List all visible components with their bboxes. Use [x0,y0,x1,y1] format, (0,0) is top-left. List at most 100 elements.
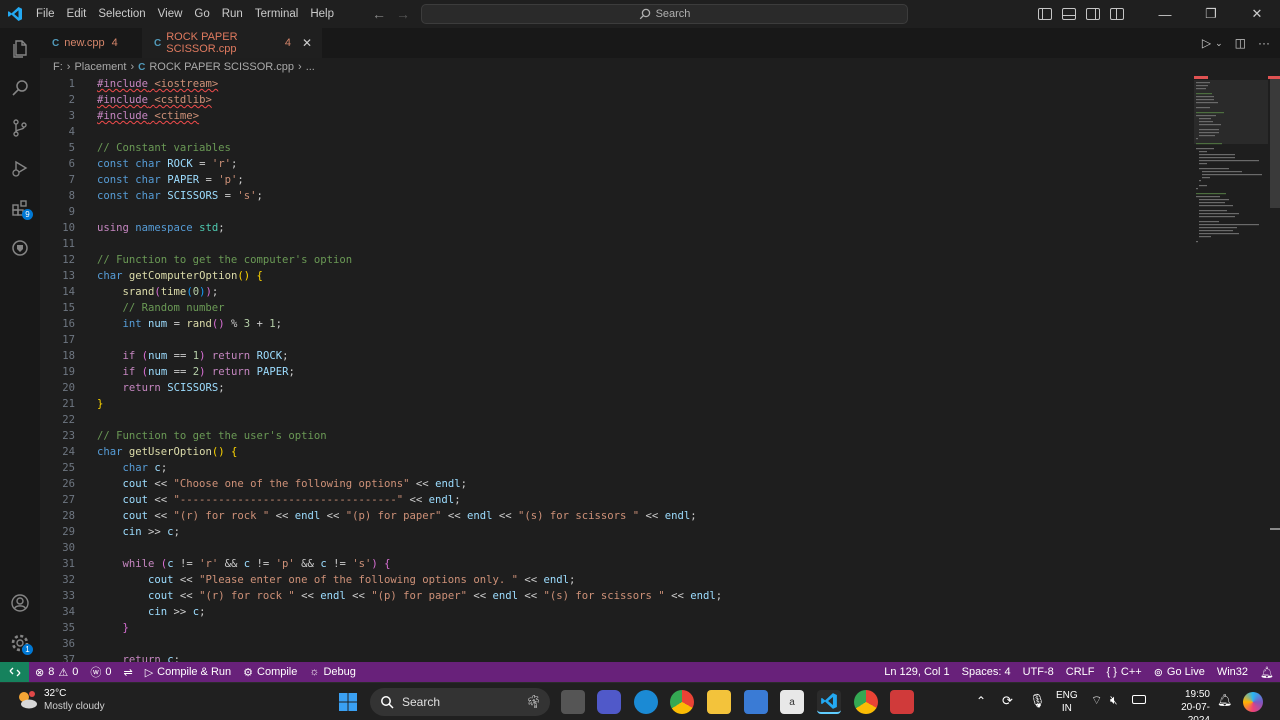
toggle-sidebar-icon[interactable] [1038,8,1052,20]
remote-explorer-icon[interactable] [0,228,40,268]
code-line: 27 cout << "----------------------------… [40,492,1190,508]
vscode-taskbar-icon[interactable] [817,690,841,714]
compile-run-button[interactable]: ▷ Compile & Run [139,662,237,682]
info-indicator[interactable]: ⓦ 0 [84,662,117,682]
cursor-position[interactable]: Ln 129, Col 1 [878,662,955,682]
minimize-button[interactable]: — [1142,0,1188,28]
activity-bar: 9 1 [0,28,40,662]
breadcrumb-folder[interactable]: Placement [74,61,126,73]
weather-widget[interactable]: 32°C Mostly cloudy [16,687,105,713]
file-explorer-icon[interactable] [707,690,731,714]
code-token: return [122,654,161,662]
minimap[interactable] [1190,76,1270,662]
store-app-icon[interactable]: a [780,690,804,714]
edge-browser-icon[interactable] [634,690,658,714]
menu-terminal[interactable]: Terminal [249,0,304,28]
encoding[interactable]: UTF-8 [1017,662,1060,682]
mail-icon[interactable] [744,690,768,714]
code-editor[interactable]: 1 #include <iostream> 2 #include <cstdlib>… [40,76,1190,662]
maximize-button[interactable]: ❐ [1188,0,1234,28]
command-center-search[interactable]: Search [421,4,908,24]
scrollbar-thumb[interactable] [1270,76,1280,208]
microphone-icon[interactable]: 🎙︎ [1029,693,1046,709]
code-line: 18 if (num == 1) return ROCK; [40,348,1190,364]
sync-tray-icon[interactable]: ⟳ [1002,693,1013,709]
info-icon: ⓦ [90,667,102,679]
run-file-icon[interactable]: ▷ [1202,36,1211,50]
menu-bar: File Edit Selection View Go Run Terminal… [30,0,340,28]
clock[interactable]: 19:50 20-07-2024 [1160,688,1210,720]
compile-button[interactable]: ⚙ Compile [237,662,303,682]
show-hidden-icons-chevron-icon[interactable]: ⌃ [976,694,986,708]
code-token: endl [543,574,569,586]
editor-scrollbar[interactable] [1268,76,1280,662]
start-windows-icon[interactable] [336,690,360,714]
chrome-icon[interactable] [670,690,694,714]
menu-help[interactable]: Help [304,0,340,28]
breadcrumb-more[interactable]: ... [306,61,315,73]
run-dropdown-chevron-icon[interactable]: ⌄ [1215,38,1223,49]
source-control-icon[interactable] [0,108,40,148]
menu-go[interactable]: Go [188,0,215,28]
tab-rock-paper-scissor-cpp[interactable]: C ROCK PAPER SCISSOR.cpp 4 ✕ [142,28,322,58]
more-actions-icon[interactable]: ··· [1258,36,1270,50]
code-token: 1 [269,318,276,330]
copilot-icon[interactable] [1243,692,1263,712]
notifications-bell-icon[interactable]: 🔔︎ [1217,693,1232,707]
code-token: "(r) for rock " [173,510,270,522]
wifi-icon[interactable]: ⌔ [1091,693,1102,708]
remote-indicator-icon[interactable] [0,662,29,682]
split-editor-icon[interactable]: ◫ [1235,36,1246,50]
line-number: 32 [62,574,75,586]
code-token: PAPER [167,174,200,186]
menu-selection[interactable]: Selection [92,0,151,28]
search-view-icon[interactable] [0,68,40,108]
run-debug-icon[interactable] [0,148,40,188]
menu-view[interactable]: View [152,0,189,28]
breadcrumb-drive[interactable]: F: [53,61,63,73]
notifications-bell-icon[interactable]: 🔔︎ [1254,662,1280,682]
menu-file[interactable]: File [30,0,61,28]
language-mode[interactable]: { } C++ [1101,662,1148,682]
language-indicator[interactable]: ENG IN [1056,689,1078,715]
close-window-button[interactable]: ✕ [1234,0,1280,28]
manage-gear-icon[interactable]: 1 [0,623,40,663]
menu-run[interactable]: Run [216,0,249,28]
code-line: 35 } [40,620,1190,636]
customize-layout-icon[interactable] [1110,8,1124,20]
code-token: cin [122,526,142,538]
tab-new-cpp[interactable]: C new.cpp 4 [50,28,128,58]
volume-muted-icon[interactable]: 🔇︎ [1110,693,1118,708]
status-bar: ⊗ 8 ⚠ 0 ⓦ 0 ⇌ ▷ Compile & Run ⚙ Compile ☼ Debu… [0,662,1280,682]
toggle-panel-icon[interactable] [1062,8,1076,20]
go-live-button[interactable]: ⊚ Go Live [1148,662,1211,682]
back-arrow-icon[interactable]: ← [372,6,386,22]
code-token: #include [97,78,149,90]
close-tab-icon[interactable]: ✕ [302,36,312,50]
task-view-icon[interactable] [561,690,585,714]
indentation[interactable]: Spaces: 4 [956,662,1017,682]
extensions-icon[interactable]: 9 [0,188,40,228]
accounts-icon[interactable] [0,583,40,623]
teams-chat-icon[interactable] [597,690,621,714]
chrome-profile-icon[interactable] [854,690,878,714]
code-line: 3 #include <ctime> [40,108,1190,124]
sync-icon[interactable]: ⇌ [117,662,138,682]
forward-arrow-icon[interactable]: → [396,6,410,22]
code-token: c [243,558,251,570]
vscode-logo-icon [0,0,30,28]
menu-edit[interactable]: Edit [61,0,93,28]
debug-button[interactable]: ☼ Debug [303,662,362,682]
battery-icon[interactable] [1132,695,1146,704]
explorer-icon[interactable] [0,28,40,68]
platform[interactable]: Win32 [1211,662,1254,682]
problems-indicator[interactable]: ⊗ 8 ⚠ 0 [29,662,84,682]
breadcrumb-file[interactable]: ROCK PAPER SCISSOR.cpp [149,61,294,73]
code-token: <cstdlib> [154,94,212,106]
code-token: c [192,606,200,618]
taskbar-search[interactable]: Search 🌴︎ [370,688,550,716]
toggle-secondary-sidebar-icon[interactable] [1086,8,1100,20]
line-number: 15 [62,302,75,314]
line-ending[interactable]: CRLF [1060,662,1101,682]
screen-recorder-icon[interactable] [890,690,914,714]
